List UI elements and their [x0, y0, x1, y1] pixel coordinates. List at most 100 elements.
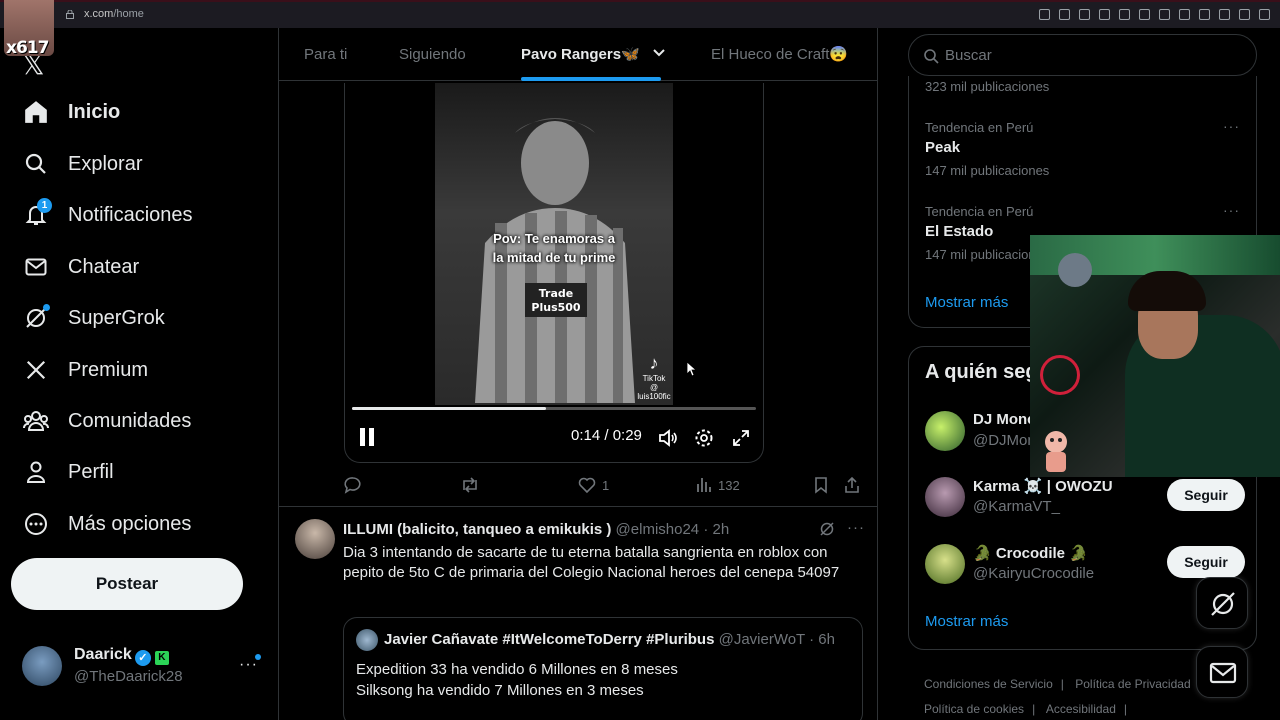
reply-button[interactable]	[344, 476, 368, 494]
puzzle-icon[interactable]	[1179, 9, 1190, 20]
home-icon	[22, 98, 50, 126]
menu-icon[interactable]	[1259, 9, 1270, 20]
overlay-character-icon	[1045, 431, 1067, 472]
address-bar[interactable]: x.com/home	[84, 8, 144, 20]
share-button[interactable]	[844, 476, 860, 494]
download-icon[interactable]	[1219, 9, 1230, 20]
follow-button[interactable]: Seguir	[1167, 479, 1245, 511]
video-progress-bar[interactable]	[352, 407, 756, 410]
mail-icon	[22, 253, 50, 281]
avatar	[22, 646, 62, 686]
quoted-tweet-text: Expedition 33 ha vendido 6 Millones en 8…	[356, 659, 678, 701]
grok-icon	[1211, 592, 1235, 616]
suggested-user-handle: @KarmaVT_	[973, 498, 1060, 515]
nav-chat[interactable]: Chatear	[22, 247, 139, 287]
tweet-time[interactable]: · 2h	[703, 521, 729, 538]
post-button[interactable]: Postear	[11, 558, 243, 610]
share-ext-icon[interactable]	[1199, 9, 1210, 20]
follow-button[interactable]: Seguir	[1167, 546, 1245, 578]
footer-link[interactable]: Política de cookies	[924, 702, 1024, 716]
microphone-icon	[1058, 253, 1092, 287]
bell-icon: 1	[22, 198, 52, 229]
trend-more-icon[interactable]: ···	[1223, 202, 1240, 218]
tab-pavo-rangers[interactable]: Pavo Rangers🦋	[521, 28, 666, 81]
nav-explore[interactable]: Explorar	[22, 144, 142, 184]
chevron-down-icon[interactable]	[652, 46, 666, 60]
nav-home[interactable]: Inicio	[22, 92, 120, 132]
pause-icon[interactable]	[359, 428, 375, 446]
zoom-icon[interactable]	[1039, 9, 1050, 20]
heart-ext-icon[interactable]	[1139, 9, 1150, 20]
nav-notifications[interactable]: 1 Notificaciones	[22, 195, 193, 235]
verified-icon: ✓	[134, 650, 151, 666]
pin-icon[interactable]	[1059, 9, 1070, 20]
timeline-tabs: Para ti Siguiendo Pavo Rangers🦋 El Hueco…	[279, 28, 877, 81]
fullscreen-icon[interactable]	[731, 428, 751, 448]
grok-icon	[22, 304, 50, 332]
quoted-tweet-time: · 6h	[809, 631, 835, 648]
tweet-author-handle[interactable]: @elmisho24	[616, 521, 700, 538]
video-frame[interactable]: Trade Plus500 Pov: Te enamoras a la mita…	[435, 83, 673, 405]
footer-link[interactable]: Condiciones de Servicio	[924, 677, 1053, 691]
browser-extension-icons	[1039, 9, 1270, 20]
footer-link[interactable]: Política de Privacidad	[1075, 677, 1190, 691]
search-box[interactable]: Buscar	[908, 34, 1257, 76]
account-switcher[interactable]: Daarick ✓ K @TheDaarick28 ···	[22, 644, 266, 692]
nav-profile[interactable]: Perfil	[22, 452, 114, 492]
nav-premium[interactable]: Premium	[22, 350, 148, 390]
x-icon	[22, 356, 50, 384]
quoted-tweet-line-2: Silksong ha vendido 7 Millones en 3 mese…	[356, 682, 644, 699]
tweet[interactable]: ILLUMI (balicito, tanqueo a emikukis ) @…	[279, 507, 877, 720]
nav-explore-label: Explorar	[68, 152, 143, 175]
tiktok-watermark: ♪ TikTok @ luis100fic	[635, 353, 673, 401]
volume-icon[interactable]	[658, 428, 678, 448]
nav-more-options-label: Más opciones	[68, 512, 192, 535]
messages-floating-button[interactable]	[1196, 646, 1248, 698]
views-button[interactable]: 132	[696, 476, 740, 494]
video-player[interactable]: Trade Plus500 Pov: Te enamoras a la mita…	[344, 83, 764, 463]
quoted-tweet[interactable]: Javier Cañavate #ItWelcomeToDerry #Pluri…	[343, 617, 863, 720]
shield-ext-icon[interactable]	[1099, 9, 1110, 20]
bookmark-button[interactable]	[813, 476, 829, 494]
tweet-actions: 1 132	[344, 476, 864, 496]
avatar	[925, 544, 965, 584]
grok-icon[interactable]	[819, 521, 835, 537]
suggested-user-handle: @KairyuCrocodile	[973, 565, 1095, 582]
bookmark-ext-icon[interactable]	[1079, 9, 1090, 20]
tweet-more-icon[interactable]: ···	[847, 519, 865, 536]
account-name-row: Daarick ✓ K	[74, 646, 169, 666]
search-input[interactable]: Buscar	[945, 47, 992, 64]
tab-siguiendo[interactable]: Siguiendo	[399, 28, 466, 81]
nav-supergrok[interactable]: SuperGrok	[22, 298, 165, 338]
suggested-user[interactable]: Karma ☠️ | OWOZU @KarmaVT_ Seguir	[925, 475, 1245, 523]
repost-icon	[463, 477, 477, 493]
account-ext-icon[interactable]	[1159, 9, 1170, 20]
shirt-sponsor-text-1: Trade	[539, 287, 573, 300]
repost-button[interactable]	[460, 476, 486, 494]
nav-chat-label: Chatear	[68, 255, 140, 278]
tiktok-handle: @ luis100fic	[637, 383, 671, 401]
nav-communities[interactable]: Comunidades	[22, 401, 191, 441]
tab-hueco-de-craft[interactable]: El Hueco de Craft😨	[711, 28, 848, 81]
settings-gear-icon[interactable]	[694, 428, 714, 448]
trend-title[interactable]: Peak	[925, 139, 960, 156]
trend-meta: Tendencia en Perú	[925, 204, 1034, 219]
tweet-avatar[interactable]	[295, 519, 335, 559]
nav-more-options[interactable]: Más opciones	[22, 504, 191, 544]
trend-title[interactable]: El Estado	[925, 223, 993, 240]
grok-floating-button[interactable]	[1196, 577, 1248, 629]
who-to-follow-show-more-link[interactable]: Mostrar más	[925, 613, 1008, 630]
video-caption: Pov: Te enamoras a la mitad de tu prime	[435, 229, 673, 267]
footer-link[interactable]: Accesibilidad	[1046, 702, 1116, 716]
nav-communities-label: Comunidades	[68, 409, 192, 432]
trend-more-icon[interactable]: ···	[1223, 118, 1240, 134]
search-icon	[924, 49, 939, 64]
tweet-author-name[interactable]: ILLUMI (balicito, tanqueo a emikukis )	[343, 521, 611, 538]
streamer-tag: x617	[6, 38, 49, 58]
like-button[interactable]: 1	[578, 476, 609, 494]
profile-icon[interactable]	[1239, 9, 1250, 20]
tweet-text: Dia 3 intentando de sacarte de tu eterna…	[343, 544, 840, 581]
tab-para-ti[interactable]: Para ti	[304, 28, 347, 81]
trends-show-more-link[interactable]: Mostrar más	[925, 294, 1008, 311]
play-ext-icon[interactable]	[1119, 9, 1130, 20]
